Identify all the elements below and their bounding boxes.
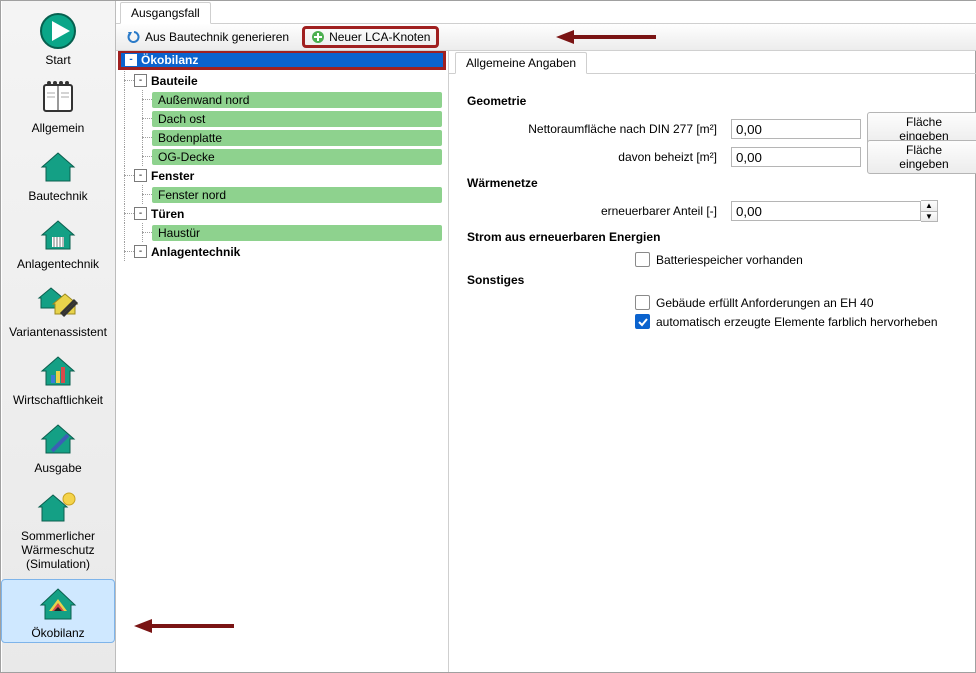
- section-geometrie: Geometrie: [467, 94, 976, 108]
- tree-item[interactable]: Bodenplatte: [116, 128, 448, 147]
- collapse-icon[interactable]: -: [134, 169, 147, 182]
- sidebar-item-label: Variantenassistent: [9, 325, 107, 339]
- tree-group-label: Fenster: [147, 169, 198, 183]
- sidebar-item-start[interactable]: Start: [1, 7, 115, 69]
- house-lca-icon: [34, 584, 82, 624]
- play-icon: [34, 11, 82, 51]
- tree-group[interactable]: -Bauteile: [116, 71, 448, 90]
- sidebar-item-wirtschaftlichkeit[interactable]: Wirtschaftlichkeit: [1, 347, 115, 409]
- collapse-icon[interactable]: -: [134, 245, 147, 258]
- tree-root-label: Ökobilanz: [141, 53, 198, 67]
- tree-item[interactable]: Fenster nord: [116, 185, 448, 204]
- sidebar-item-label: Allgemein: [32, 121, 85, 135]
- tree-group[interactable]: -Fenster: [116, 166, 448, 185]
- sidebar-item-anlagentechnik[interactable]: Anlagentechnik: [1, 211, 115, 273]
- tree-group-label: Türen: [147, 207, 188, 221]
- case-tab-bar: Ausgangsfall: [116, 1, 976, 24]
- stepper-up-icon[interactable]: ▲: [921, 201, 937, 212]
- sidebar-item-allgemein[interactable]: Allgemein: [1, 75, 115, 137]
- tree-item-label: Außenwand nord: [152, 92, 442, 108]
- tool-label: Aus Bautechnik generieren: [145, 30, 289, 44]
- stepper-down-icon[interactable]: ▼: [921, 212, 937, 222]
- button-flaeche-eingeben-2[interactable]: Fläche eingeben: [867, 140, 976, 174]
- refresh-icon: [127, 30, 141, 44]
- house-radiator-icon: [34, 215, 82, 255]
- section-strom: Strom aus erneuerbaren Energien: [467, 230, 976, 244]
- house-green-icon: [34, 147, 82, 187]
- tree-group[interactable]: -Anlagentechnik: [116, 242, 448, 261]
- label-nettoraumflaeche: Nettoraumfläche nach DIN 277 [m²]: [467, 122, 725, 136]
- input-nettoraumflaeche[interactable]: [731, 119, 861, 139]
- sidebar-item-bautechnik[interactable]: Bautechnik: [1, 143, 115, 205]
- tree-item[interactable]: Außenwand nord: [116, 90, 448, 109]
- house-sun-icon: [34, 487, 82, 527]
- input-beheizt[interactable]: [731, 147, 861, 167]
- tree-item-label: OG-Decke: [152, 149, 442, 165]
- tab-allgemeine-angaben[interactable]: Allgemeine Angaben: [455, 52, 587, 74]
- sidebar-item-label: Bautechnik: [28, 189, 87, 203]
- sidebar-item-label: Ausgabe: [34, 461, 81, 475]
- stepper[interactable]: ▲▼: [921, 200, 938, 222]
- form-tab-bar: Allgemeine Angaben: [449, 51, 976, 74]
- label-erneuerbarer-anteil: erneuerbarer Anteil [-]: [467, 204, 725, 218]
- sidebar: Start Allgemein Bautechnik Anlagentechni…: [1, 1, 116, 672]
- sidebar-item-label: Start: [45, 53, 70, 67]
- tree-item[interactable]: OG-Decke: [116, 147, 448, 166]
- checkbox-eh40[interactable]: [635, 295, 650, 310]
- sidebar-item-label: Sommerlicher Wärmeschutz (Simulation): [21, 529, 95, 571]
- notebook-icon: [34, 79, 82, 119]
- input-erneuerbarer-anteil[interactable]: [731, 201, 921, 221]
- section-waermenetze: Wärmenetze: [467, 176, 976, 190]
- house-chart-icon: [34, 351, 82, 391]
- sidebar-item-label: Wirtschaftlichkeit: [13, 393, 103, 407]
- tree-item-label: Haustür: [152, 225, 442, 241]
- annotation-arrow-icon: [556, 27, 656, 47]
- collapse-icon[interactable]: -: [134, 207, 147, 220]
- house-pencil-icon: [34, 419, 82, 459]
- tree-item[interactable]: Haustür: [116, 223, 448, 242]
- checkbox-label: Gebäude erfüllt Anforderungen an EH 40: [656, 296, 874, 310]
- tree-pane: - Ökobilanz -BauteileAußenwand nordDach …: [116, 51, 449, 672]
- tree-item[interactable]: Dach ost: [116, 109, 448, 128]
- sidebar-item-sommerlicher[interactable]: Sommerlicher Wärmeschutz (Simulation): [1, 483, 115, 573]
- new-lca-node-button[interactable]: Neuer LCA-Knoten: [302, 26, 439, 48]
- checkbox-farblich-hervorheben[interactable]: [635, 314, 650, 329]
- checkbox-label: automatisch erzeugte Elemente farblich h…: [656, 315, 938, 329]
- tree-item-label: Dach ost: [152, 111, 442, 127]
- sidebar-item-ausgabe[interactable]: Ausgabe: [1, 415, 115, 477]
- toolbar: Aus Bautechnik generieren Neuer LCA-Knot…: [116, 24, 976, 51]
- collapse-icon[interactable]: -: [125, 54, 137, 66]
- house-tools-icon: [34, 283, 82, 323]
- checkbox-label: Batteriespeicher vorhanden: [656, 253, 803, 267]
- tree-group-label: Anlagentechnik: [147, 245, 244, 259]
- section-sonstiges: Sonstiges: [467, 273, 976, 287]
- collapse-icon[interactable]: -: [134, 74, 147, 87]
- label-beheizt: davon beheizt [m²]: [467, 150, 725, 164]
- tool-label: Neuer LCA-Knoten: [329, 30, 430, 44]
- sidebar-item-oekobilanz[interactable]: Ökobilanz: [1, 579, 115, 643]
- tree-item-label: Bodenplatte: [152, 130, 442, 146]
- tree-group-label: Bauteile: [147, 74, 202, 88]
- sidebar-item-variantenassistent[interactable]: Variantenassistent: [1, 279, 115, 341]
- generate-from-bautechnik-button[interactable]: Aus Bautechnik generieren: [120, 27, 296, 47]
- tab-ausgangsfall[interactable]: Ausgangsfall: [120, 2, 211, 24]
- tree-group[interactable]: -Türen: [116, 204, 448, 223]
- tree-item-label: Fenster nord: [152, 187, 442, 203]
- tree-root[interactable]: - Ökobilanz: [118, 51, 446, 70]
- sidebar-item-label: Anlagentechnik: [17, 257, 99, 271]
- add-icon: [311, 30, 325, 44]
- sidebar-item-label: Ökobilanz: [31, 626, 84, 640]
- checkbox-batteriespeicher[interactable]: [635, 252, 650, 267]
